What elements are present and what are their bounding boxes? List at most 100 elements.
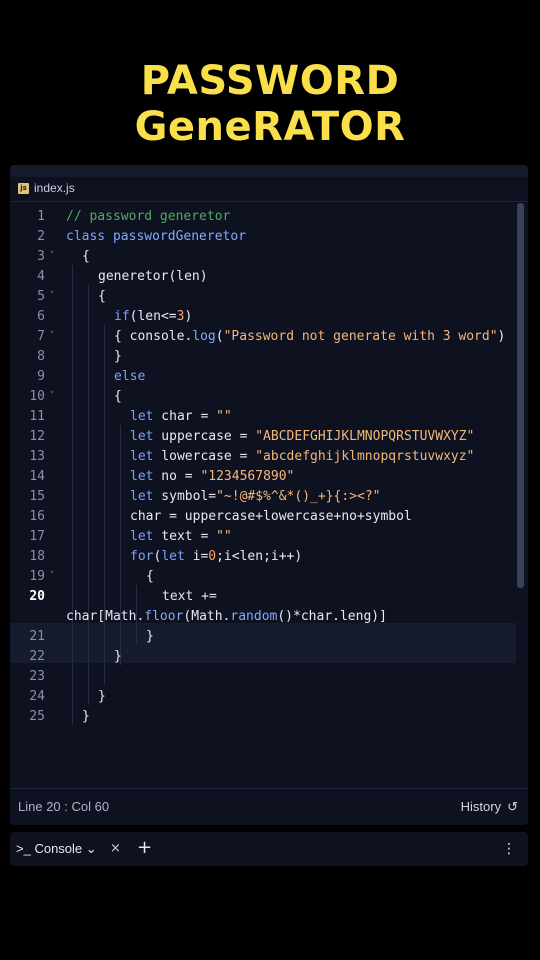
function-call: random [230, 609, 278, 624]
fold-chevron-icon[interactable]: ˅ [50, 571, 55, 581]
indent-guide [120, 425, 121, 665]
code-token: ) [184, 309, 193, 324]
line-number: 25 [29, 709, 45, 724]
line-number: 4 [37, 269, 45, 284]
code-line: { console.log("Password not generate wit… [114, 329, 505, 344]
indent-guide [104, 325, 105, 685]
code-editor[interactable]: js index.js 1 2 3 4 5 6 7 8 9 10 11 12 1… [10, 165, 528, 825]
string-literal: "" [216, 409, 232, 424]
line-number: 16 [29, 509, 45, 524]
line-number: 12 [29, 429, 45, 444]
string-literal: "" [216, 529, 232, 544]
line-number: 23 [29, 669, 45, 684]
code-token: ( [215, 329, 224, 344]
active-line-highlight [10, 623, 516, 663]
code-token: char[Math. [66, 609, 145, 624]
add-tab-icon[interactable]: + [137, 836, 152, 860]
status-bar: Line 20 : Col 60 History ↺ [10, 788, 528, 825]
code-line: let text = "" [130, 529, 232, 544]
editor-tab-bar [10, 165, 528, 177]
code-token: symbol= [153, 489, 217, 504]
code-line: class passwordGeneretor [66, 229, 246, 244]
code-token: { console. [114, 329, 193, 344]
code-line: for(let i=0;i<len;i++) [130, 549, 302, 564]
keyword: let [161, 549, 185, 564]
line-number: 22 [29, 649, 45, 664]
code-line: { [114, 389, 122, 404]
js-file-icon: js [18, 183, 29, 194]
code-area[interactable]: 1 2 3 4 5 6 7 8 9 10 11 12 13 14 15 16 1… [10, 205, 528, 745]
code-line: text += [162, 589, 217, 604]
code-line: } [146, 629, 154, 644]
method-name: generetor [98, 269, 169, 284]
keyword: let [130, 429, 154, 444]
line-number: 24 [29, 689, 45, 704]
tab-console-label: Console [34, 841, 83, 856]
code-line: else [114, 369, 145, 384]
code-token: lowercase = [153, 449, 256, 464]
code-line: let lowercase = "abcdefghijklmnopqrstuvw… [130, 449, 474, 464]
code-token: (Math. [183, 609, 231, 624]
fold-chevron-icon[interactable]: ˅ [50, 251, 55, 261]
code-line: } [114, 349, 122, 364]
more-options-icon[interactable]: ⋮ [502, 838, 516, 860]
history-button[interactable]: History ↺ [461, 799, 518, 815]
line-number: 10 [29, 389, 45, 404]
vertical-scrollbar[interactable] [517, 203, 524, 588]
fold-chevron-icon[interactable]: ˅ [50, 291, 55, 301]
string-literal: "1234567890" [200, 469, 295, 484]
code-line: { [82, 249, 90, 264]
file-name[interactable]: index.js [34, 181, 75, 195]
keyword: class [66, 229, 106, 244]
keyword: let [130, 529, 154, 544]
line-number: 1 [37, 209, 45, 224]
line-number: 18 [29, 549, 45, 564]
string-literal: "ABCDEFGHIJKLMNOPQRSTUVWXYZ" [255, 429, 475, 444]
line-number: 3 [37, 249, 45, 264]
fold-chevron-icon[interactable]: ˅ [50, 391, 55, 401]
code-line: { [98, 289, 106, 304]
code-line: // password generetor [66, 209, 230, 224]
code-line: char = uppercase+lowercase+no+symbol [130, 509, 412, 524]
code-line: { [146, 569, 154, 584]
function-call: floor [144, 609, 184, 624]
comment: // password generetor [66, 209, 231, 224]
terminal-prompt-icon: >_ [16, 841, 31, 856]
keyword: let [130, 469, 154, 484]
line-number: 21 [29, 629, 45, 644]
string-literal: "~!@#$%^&*()_+}{:><?" [216, 489, 381, 504]
keyword: let [130, 489, 154, 504]
code-line: generetor(len) [98, 269, 208, 284]
string-literal: "Password not generate with 3 word" [223, 329, 498, 344]
chevron-down-icon[interactable]: ⌄ [86, 841, 97, 856]
code-line: if(len<=3) [114, 309, 192, 324]
fold-chevron-icon[interactable]: ˅ [50, 331, 55, 341]
line-number: 17 [29, 529, 45, 544]
code-token: ;i<len;i++) [216, 549, 303, 564]
indent-guide [72, 265, 73, 725]
line-number: 7 [37, 329, 45, 344]
code-line: } [114, 649, 122, 664]
line-number: 19 [29, 569, 45, 584]
line-number: 9 [37, 369, 45, 384]
keyword: if [114, 309, 130, 324]
line-number: 13 [29, 449, 45, 464]
code-line: } [98, 689, 106, 704]
line-number: 6 [37, 309, 45, 324]
code-line: let symbol="~!@#$%^&*()_+}{:><?" [130, 489, 380, 504]
code-token: char = [153, 409, 217, 424]
close-icon[interactable]: × [110, 838, 121, 860]
code-token: ()*char.leng)] [277, 609, 387, 624]
code-token: (len<= [129, 309, 177, 324]
code-line: let uppercase = "ABCDEFGHIJKLMNOPQRSTUVW… [130, 429, 474, 444]
indent-guide [88, 285, 89, 705]
keyword: else [114, 369, 146, 384]
code-token: no = [153, 469, 201, 484]
file-breadcrumb: js index.js [10, 177, 528, 202]
code-token: text = [153, 529, 217, 544]
cursor-position: Line 20 : Col 60 [18, 799, 110, 814]
code-line: } [82, 709, 90, 724]
line-number: 14 [29, 469, 45, 484]
tab-console[interactable]: >_ Console ⌄ [16, 838, 97, 860]
code-line: let char = "" [130, 409, 232, 424]
